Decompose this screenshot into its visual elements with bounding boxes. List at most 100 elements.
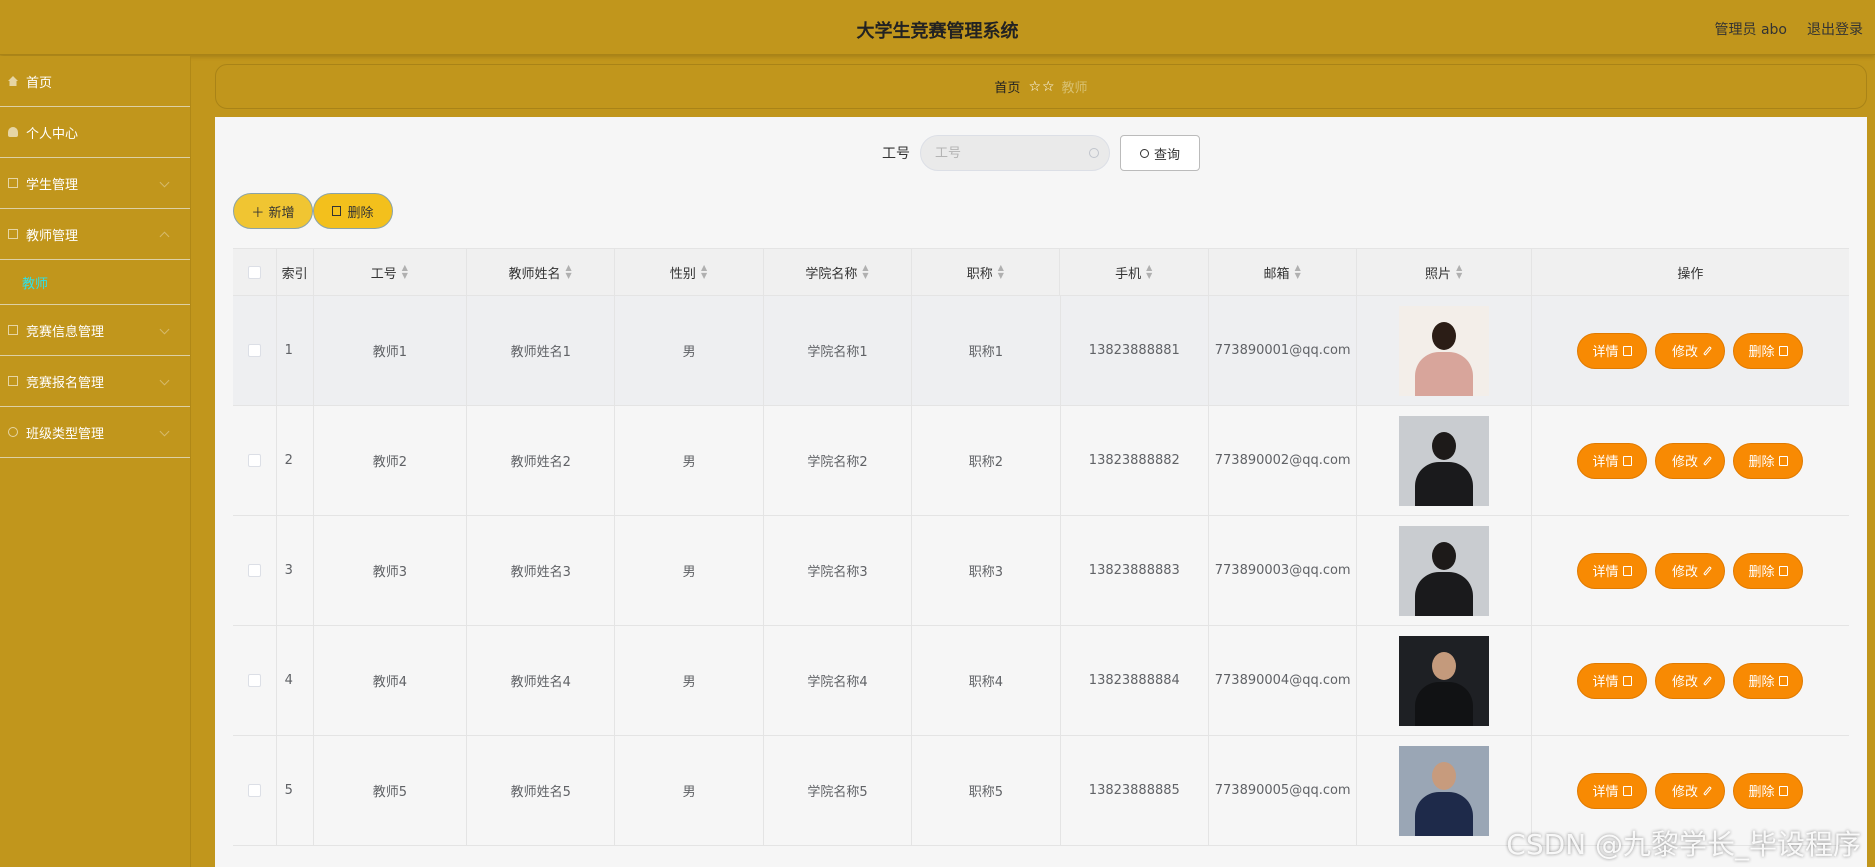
sidebar-item-students[interactable]: 学生管理 bbox=[0, 158, 190, 209]
header-id[interactable]: 工号 ▲ ▼ bbox=[314, 249, 467, 295]
teacher-photo[interactable] bbox=[1399, 525, 1490, 616]
sidebar-item-label: 班级类型管理 bbox=[26, 426, 105, 442]
cell-ops: 详情 修改 删除 bbox=[1532, 516, 1849, 625]
teacher-photo[interactable] bbox=[1399, 305, 1490, 396]
detail-button[interactable]: 详情 bbox=[1577, 332, 1648, 369]
header-college[interactable]: 学院名称 ▲ ▼ bbox=[764, 249, 913, 295]
sidebar-item-label: 竞赛报名管理 bbox=[26, 375, 105, 391]
chevron-down-icon bbox=[159, 177, 170, 188]
sidebar-item-competition-info[interactable]: 竞赛信息管理 bbox=[0, 305, 190, 356]
teacher-photo[interactable] bbox=[1399, 415, 1490, 506]
document-icon bbox=[1623, 455, 1633, 466]
delete-button[interactable]: 删除 bbox=[1733, 552, 1804, 589]
top-header: 大学生竞赛管理系统 管理员 abo 退出登录 bbox=[0, 0, 1875, 55]
trash-icon bbox=[1779, 455, 1789, 466]
cell-name: 教师姓名1 bbox=[467, 296, 616, 405]
sidebar-item-label: 教师管理 bbox=[26, 228, 79, 244]
edit-label: 修改 bbox=[1671, 455, 1698, 470]
sidebar-item-competition-signup[interactable]: 竞赛报名管理 bbox=[0, 356, 190, 407]
edit-button[interactable]: 修改 bbox=[1655, 772, 1726, 809]
search-input[interactable] bbox=[935, 145, 1075, 161]
sidebar: 首页 个人中心 学生管理 教师管理 教师 竞赛信息管理 竞赛报名管理 班级类型管… bbox=[0, 56, 191, 867]
sort-icon: ▲ ▼ bbox=[700, 263, 708, 280]
logout-link[interactable]: 退出登录 bbox=[1807, 19, 1863, 39]
sidebar-item-home[interactable]: 首页 bbox=[0, 56, 190, 107]
teacher-table: 索引 工号 ▲ ▼ 教师姓名 ▲ ▼ 性别 ▲ ▼ 学院名称 ▲ ▼ 职称 ▲ ▼ 手机 ▲ ▼ 邮箱 ▲… bbox=[233, 248, 1849, 846]
row-checkbox[interactable] bbox=[247, 454, 261, 467]
sort-icon: ▲ ▼ bbox=[1294, 263, 1301, 280]
cell-title: 职称4 bbox=[912, 626, 1061, 735]
sidebar-item-class-type[interactable]: 班级类型管理 bbox=[0, 407, 190, 458]
delete-button[interactable]: 删除 bbox=[1733, 332, 1804, 369]
detail-label: 详情 bbox=[1592, 345, 1619, 360]
select-all-cell bbox=[233, 249, 277, 295]
teacher-photo[interactable] bbox=[1399, 745, 1490, 836]
batch-delete-button[interactable]: 删除 bbox=[313, 193, 393, 229]
row-checkbox[interactable] bbox=[247, 564, 261, 577]
table-row: 1 教师1 教师姓名1 男学院名称1 职称1 13823888881 773890001@q… bbox=[233, 296, 1849, 406]
table-row: 3 教师3 教师姓名3 男学院名称3 职称3 13823888883 773890003@q… bbox=[233, 516, 1849, 626]
cell-photo bbox=[1357, 406, 1532, 515]
chevron-up-icon bbox=[159, 231, 170, 242]
detail-button[interactable]: 详情 bbox=[1577, 442, 1648, 479]
delete-button[interactable]: 删除 bbox=[1733, 772, 1804, 809]
delete-button[interactable]: 删除 bbox=[1733, 442, 1804, 479]
photo-body bbox=[1415, 681, 1474, 726]
current-user: 管理员 abo bbox=[1714, 22, 1787, 38]
row-checkbox[interactable] bbox=[247, 344, 261, 357]
header-phone[interactable]: 手机 ▲ ▼ bbox=[1060, 249, 1209, 295]
edit-button[interactable]: 修改 bbox=[1655, 552, 1726, 589]
select-all-checkbox[interactable] bbox=[247, 265, 261, 279]
sidebar-item-profile[interactable]: 个人中心 bbox=[0, 107, 190, 158]
cell-name: 教师姓名5 bbox=[467, 736, 616, 845]
photo-body bbox=[1415, 351, 1474, 396]
header-title[interactable]: 职称 ▲ ▼ bbox=[912, 249, 1061, 295]
sort-icon: ▲ ▼ bbox=[1146, 263, 1153, 280]
header-name[interactable]: 教师姓名 ▲ ▼ bbox=[467, 249, 616, 295]
cell-title: 职称1 bbox=[912, 296, 1061, 405]
cell-email: 773890002@qq.com bbox=[1209, 406, 1358, 515]
document-icon bbox=[1623, 565, 1633, 576]
breadcrumb-home[interactable]: 首页 bbox=[994, 77, 1020, 96]
header-photo[interactable]: 照片 ▲ ▼ bbox=[1357, 249, 1532, 295]
watermark: CSDN @九黎学长_毕设程序 bbox=[1506, 828, 1861, 861]
header-label: 工号 bbox=[370, 266, 397, 282]
sort-icon: ▲ ▼ bbox=[862, 263, 869, 280]
teacher-photo[interactable] bbox=[1399, 635, 1490, 726]
detail-label: 详情 bbox=[1592, 675, 1619, 690]
cell-gender: 男 bbox=[615, 736, 764, 845]
delete-label: 删除 bbox=[1748, 455, 1775, 470]
sidebar-item-label: 首页 bbox=[26, 75, 53, 91]
document-icon bbox=[1623, 785, 1633, 796]
detail-button[interactable]: 详情 bbox=[1577, 662, 1648, 699]
header-label: 教师姓名 bbox=[508, 266, 561, 282]
chevron-down-icon bbox=[159, 375, 170, 386]
edit-button[interactable]: 修改 bbox=[1655, 662, 1726, 699]
sort-icon: ▲ ▼ bbox=[565, 263, 572, 280]
photo-head bbox=[1432, 541, 1457, 570]
main-content: 工号 查询 ＋ 新增 删除 索引 工号▲▼ 教师姓名▲▼ 性别▲▼ 学院名称▲▼… bbox=[215, 117, 1867, 867]
photo-body bbox=[1415, 791, 1474, 836]
sidebar-subitem-teacher[interactable]: 教师 bbox=[0, 260, 190, 305]
query-button[interactable]: 查询 bbox=[1120, 135, 1200, 171]
edit-button[interactable]: 修改 bbox=[1655, 332, 1726, 369]
row-select-cell bbox=[233, 626, 277, 735]
header-label: 职称 bbox=[966, 266, 993, 282]
edit-button[interactable]: 修改 bbox=[1655, 442, 1726, 479]
header-gender[interactable]: 性别 ▲ ▼ bbox=[615, 249, 764, 295]
cell-name: 教师姓名4 bbox=[467, 626, 616, 735]
detail-button[interactable]: 详情 bbox=[1577, 772, 1648, 809]
pencil-icon bbox=[1703, 675, 1712, 686]
photo-head bbox=[1432, 431, 1457, 460]
trash-icon bbox=[1779, 675, 1789, 686]
header-email[interactable]: 邮箱 ▲ ▼ bbox=[1209, 249, 1358, 295]
detail-label: 详情 bbox=[1592, 455, 1619, 470]
detail-button[interactable]: 详情 bbox=[1577, 552, 1648, 589]
row-checkbox[interactable] bbox=[247, 674, 261, 687]
delete-button[interactable]: 删除 bbox=[1733, 662, 1804, 699]
sidebar-item-label: 学生管理 bbox=[26, 177, 79, 193]
row-checkbox[interactable] bbox=[247, 784, 261, 797]
add-button[interactable]: ＋ 新增 bbox=[233, 193, 313, 229]
pencil-icon bbox=[1703, 345, 1712, 356]
sidebar-item-teachers[interactable]: 教师管理 bbox=[0, 209, 190, 260]
